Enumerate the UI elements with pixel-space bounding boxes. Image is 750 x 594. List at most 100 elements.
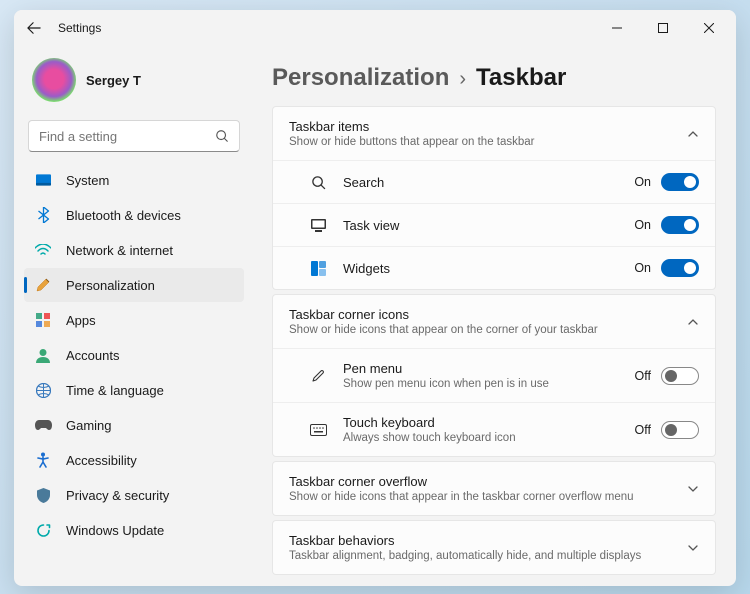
row-label: Widgets — [343, 261, 634, 276]
sidebar: Sergey T System Bluetooth & devices Netw… — [14, 46, 254, 586]
breadcrumb-parent[interactable]: Personalization — [272, 64, 449, 92]
breadcrumb: Personalization › Taskbar — [272, 64, 716, 92]
close-icon — [704, 23, 714, 33]
gaming-icon — [34, 416, 52, 434]
personalization-icon — [34, 276, 52, 294]
nav-label: Accessibility — [66, 453, 137, 468]
chevron-down-icon — [687, 542, 699, 554]
nav-label: Privacy & security — [66, 488, 169, 503]
minimize-icon — [612, 23, 622, 33]
toggle-search[interactable] — [661, 173, 699, 191]
row-sublabel: Show pen menu icon when pen is in use — [343, 378, 635, 390]
pen-icon — [309, 367, 327, 385]
nav-accessibility[interactable]: Accessibility — [24, 443, 244, 477]
nav-apps[interactable]: Apps — [24, 303, 244, 337]
user-profile[interactable]: Sergey T — [22, 50, 246, 114]
section-title: Taskbar behaviors — [289, 533, 687, 548]
toggle-touch-keyboard[interactable] — [661, 421, 699, 439]
nav-accounts[interactable]: Accounts — [24, 338, 244, 372]
chevron-right-icon: › — [459, 68, 466, 91]
toggle-state: On — [634, 261, 651, 275]
section-behaviors: Taskbar behaviors Taskbar alignment, bad… — [272, 520, 716, 575]
minimize-button[interactable] — [594, 12, 640, 44]
nav-privacy[interactable]: Privacy & security — [24, 478, 244, 512]
accounts-icon — [34, 346, 52, 364]
user-name: Sergey T — [86, 73, 141, 88]
get-help-link[interactable]: Get help — [276, 585, 716, 586]
section-subtitle: Show or hide icons that appear in the ta… — [289, 491, 687, 503]
toggle-pen-menu[interactable] — [661, 367, 699, 385]
row-label: Touch keyboard — [343, 415, 635, 430]
row-touch-keyboard: Touch keyboard Always show touch keyboar… — [273, 402, 715, 456]
back-button[interactable] — [18, 12, 50, 44]
nav-label: Apps — [66, 313, 96, 328]
section-header[interactable]: Taskbar corner icons Show or hide icons … — [273, 295, 715, 348]
chevron-up-icon — [687, 128, 699, 140]
nav-time-language[interactable]: Time & language — [24, 373, 244, 407]
section-header[interactable]: Taskbar behaviors Taskbar alignment, bad… — [273, 521, 715, 574]
network-icon — [34, 241, 52, 259]
nav-system[interactable]: System — [24, 163, 244, 197]
close-button[interactable] — [686, 12, 732, 44]
nav-update[interactable]: Windows Update — [24, 513, 244, 547]
privacy-icon — [34, 486, 52, 504]
arrow-left-icon — [27, 21, 41, 35]
update-icon — [34, 521, 52, 539]
search-input[interactable] — [28, 120, 240, 152]
bluetooth-icon — [34, 206, 52, 224]
row-sublabel: Always show touch keyboard icon — [343, 432, 635, 444]
toggle-task-view[interactable] — [661, 216, 699, 234]
row-pen-menu: Pen menu Show pen menu icon when pen is … — [273, 348, 715, 402]
toggle-state: On — [634, 175, 651, 189]
section-taskbar-items: Taskbar items Show or hide buttons that … — [272, 106, 716, 290]
section-subtitle: Taskbar alignment, badging, automaticall… — [289, 550, 687, 562]
toggle-state: Off — [635, 369, 651, 383]
task-view-icon — [309, 216, 327, 234]
apps-icon — [34, 311, 52, 329]
toggle-state: Off — [635, 423, 651, 437]
system-icon — [34, 171, 52, 189]
chevron-down-icon — [687, 483, 699, 495]
nav-label: Bluetooth & devices — [66, 208, 181, 223]
titlebar: Settings — [14, 10, 736, 46]
window-controls — [594, 12, 732, 44]
section-title: Taskbar corner icons — [289, 307, 687, 322]
section-subtitle: Show or hide icons that appear on the co… — [289, 324, 687, 336]
time-language-icon — [34, 381, 52, 399]
maximize-button[interactable] — [640, 12, 686, 44]
nav-label: System — [66, 173, 109, 188]
search-icon — [309, 173, 327, 191]
nav-personalization[interactable]: Personalization — [24, 268, 244, 302]
keyboard-icon — [309, 421, 327, 439]
nav-bluetooth[interactable]: Bluetooth & devices — [24, 198, 244, 232]
nav-gaming[interactable]: Gaming — [24, 408, 244, 442]
nav-label: Gaming — [66, 418, 112, 433]
row-label: Task view — [343, 218, 634, 233]
accessibility-icon — [34, 451, 52, 469]
section-title: Taskbar corner overflow — [289, 474, 687, 489]
row-search: Search On — [273, 160, 715, 203]
nav-label: Personalization — [66, 278, 155, 293]
settings-window: Settings Sergey T System Bluetooth & dev… — [14, 10, 736, 586]
nav-label: Network & internet — [66, 243, 173, 258]
toggle-widgets[interactable] — [661, 259, 699, 277]
search-field[interactable] — [39, 129, 215, 144]
main-panel[interactable]: Personalization › Taskbar Taskbar items … — [254, 46, 736, 586]
chevron-up-icon — [687, 316, 699, 328]
section-title: Taskbar items — [289, 119, 687, 134]
nav-label: Time & language — [66, 383, 164, 398]
search-icon — [215, 129, 229, 143]
nav-network[interactable]: Network & internet — [24, 233, 244, 267]
avatar — [32, 58, 76, 102]
row-label: Pen menu — [343, 361, 635, 376]
widgets-icon — [309, 259, 327, 277]
row-task-view: Task view On — [273, 203, 715, 246]
app-title: Settings — [58, 21, 101, 35]
section-header[interactable]: Taskbar items Show or hide buttons that … — [273, 107, 715, 160]
section-subtitle: Show or hide buttons that appear on the … — [289, 136, 687, 148]
row-label: Search — [343, 175, 634, 190]
nav-label: Windows Update — [66, 523, 164, 538]
section-header[interactable]: Taskbar corner overflow Show or hide ico… — [273, 462, 715, 515]
nav-label: Accounts — [66, 348, 119, 363]
section-corner-overflow: Taskbar corner overflow Show or hide ico… — [272, 461, 716, 516]
